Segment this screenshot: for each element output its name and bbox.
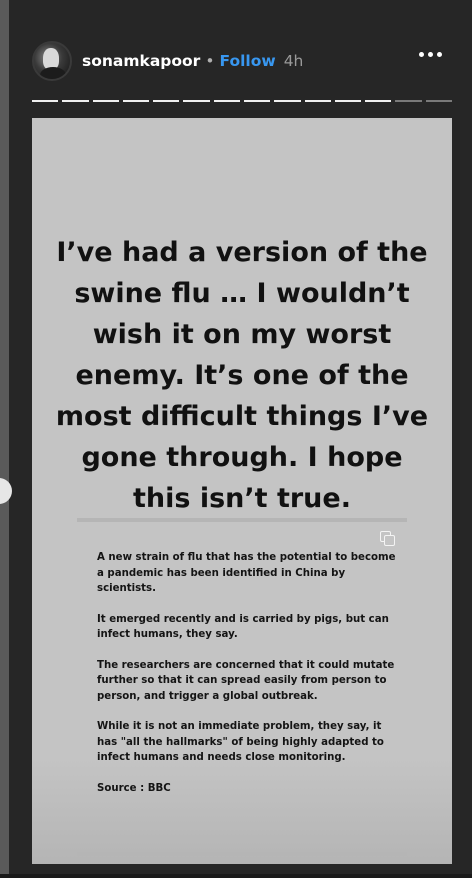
progress-segment — [153, 100, 180, 102]
article-bottom-rule — [77, 852, 407, 856]
progress-segment — [274, 100, 301, 102]
progress-segment — [395, 100, 422, 102]
progress-segment — [92, 100, 119, 102]
progress-segment — [62, 100, 89, 102]
left-edge — [0, 0, 9, 878]
progress-segment — [243, 100, 271, 102]
story-progress-bar — [32, 100, 452, 102]
avatar[interactable] — [32, 41, 72, 81]
progress-segment — [425, 100, 452, 102]
article-source: Source : BBC — [97, 782, 171, 794]
progress-segment — [183, 100, 210, 102]
more-dot — [419, 52, 424, 57]
story-quote: I’ve had a version of the swine flu … I … — [55, 237, 429, 514]
story-card[interactable]: I’ve had a version of the swine flu … I … — [32, 118, 452, 864]
progress-segment — [365, 100, 392, 102]
more-dot — [437, 52, 442, 57]
progress-segment — [32, 100, 59, 102]
article-paragraph: While it is not an immediate problem, th… — [97, 721, 384, 763]
article-paragraph: It emerged recently and is carried by pi… — [97, 613, 389, 641]
more-options-icon[interactable] — [419, 52, 442, 57]
progress-segment — [213, 100, 240, 102]
progress-segment — [304, 100, 331, 102]
article-paragraph: The researchers are concerned that it co… — [97, 659, 395, 702]
copy-icon — [380, 531, 396, 547]
article-excerpt: A new strain of flu that has the potenti… — [97, 550, 397, 811]
progress-segment — [122, 100, 150, 102]
story-header: sonamkapoor • Follow 4h — [32, 40, 452, 82]
username[interactable]: sonamkapoor — [82, 52, 200, 70]
user-meta: sonamkapoor • Follow 4h — [82, 52, 303, 70]
progress-segment — [334, 100, 362, 102]
previous-story-button[interactable] — [0, 478, 12, 504]
separator-dot: • — [205, 52, 215, 70]
more-dot — [428, 52, 433, 57]
article-paragraph: A new strain of flu that has the potenti… — [97, 552, 396, 594]
article-top-rule — [77, 518, 407, 522]
timestamp: 4h — [283, 52, 304, 70]
bottom-edge — [0, 874, 472, 878]
follow-button[interactable]: Follow — [219, 52, 275, 70]
